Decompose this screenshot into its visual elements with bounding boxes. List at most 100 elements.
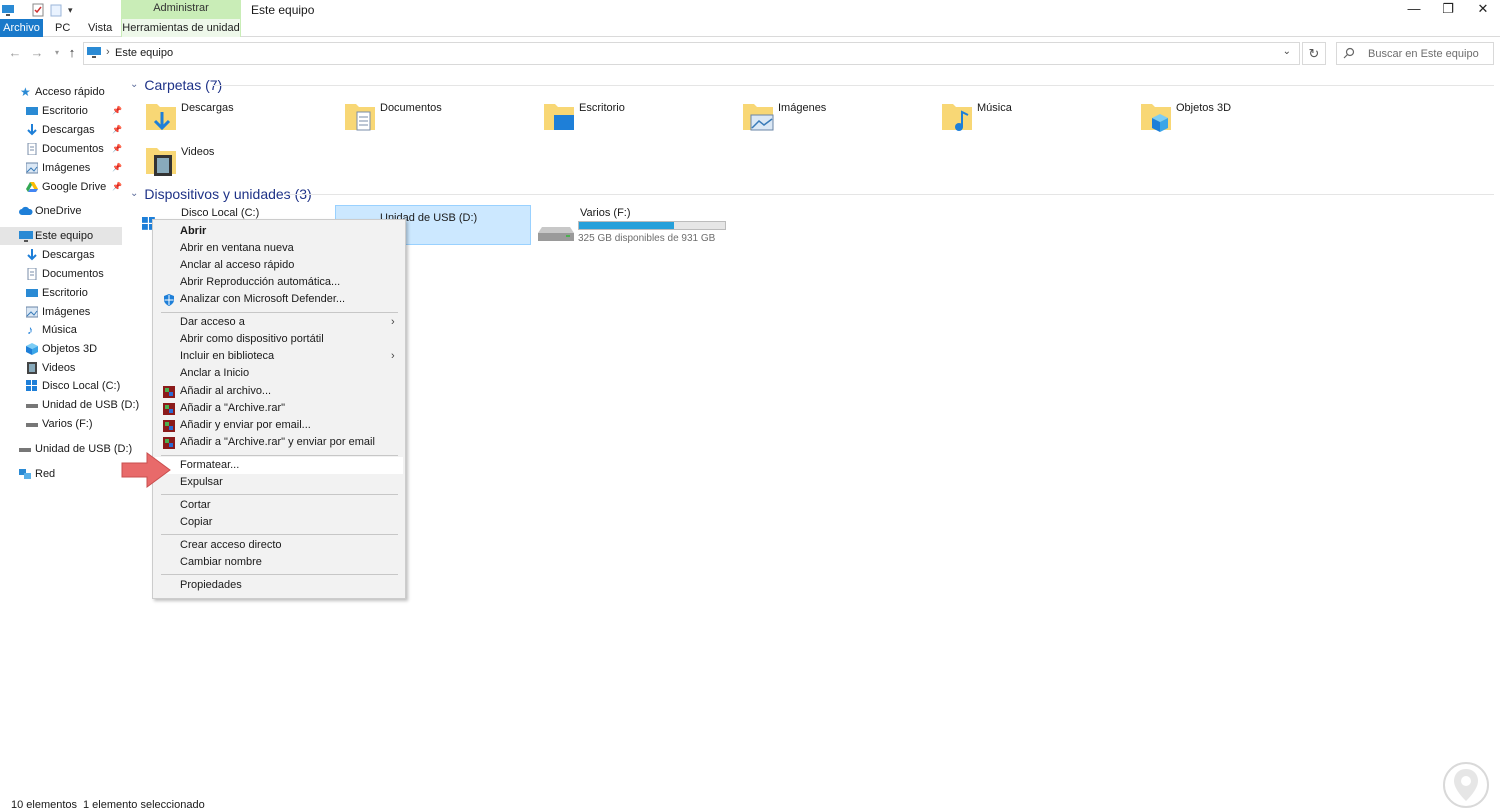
shield-icon — [164, 294, 174, 306]
properties-icon[interactable] — [32, 3, 44, 17]
sidebar-item-acceso-rapido[interactable]: ★ Acceso rápido — [0, 83, 122, 101]
sidebar-item-documentos[interactable]: Documentos 📌 — [0, 140, 122, 158]
refresh-button[interactable]: ↻ — [1302, 42, 1326, 65]
folder-label: Escritorio — [579, 102, 625, 114]
folder-musica[interactable]: Música — [941, 100, 1131, 144]
menu-item-dispositivo-portatil[interactable]: Abrir como dispositivo portátil — [155, 331, 403, 348]
chevron-down-icon[interactable]: ⌄ — [130, 79, 138, 90]
sidebar-item-onedrive[interactable]: OneDrive — [0, 202, 122, 220]
menu-item-label: Anclar al acceso rápido — [180, 259, 295, 271]
menu-item-crear-acceso-directo[interactable]: Crear acceso directo — [155, 537, 403, 554]
folder-escritorio[interactable]: Escritorio — [543, 100, 733, 144]
sidebar-item-pc-varios[interactable]: Varios (F:) — [0, 415, 122, 433]
drive-icon — [19, 448, 31, 452]
sidebar-item-label: Descargas — [42, 249, 95, 261]
winrar-icon — [163, 420, 175, 432]
menu-item-formatear[interactable]: Formatear... — [155, 457, 403, 474]
group-header-carpetas[interactable]: ⌄ Carpetas (7) — [130, 76, 222, 94]
forward-button[interactable]: → — [28, 44, 46, 62]
menu-item-anclar-acceso-rapido[interactable]: Anclar al acceso rápido — [155, 257, 403, 274]
sidebar-item-label: Disco Local (C:) — [42, 380, 121, 392]
menu-item-propiedades[interactable]: Propiedades — [155, 577, 403, 594]
menu-item-incluir-biblioteca[interactable]: Incluir en biblioteca › — [155, 348, 403, 365]
tab-vista[interactable]: Vista — [80, 19, 120, 37]
sidebar-item-pc-videos[interactable]: Videos — [0, 359, 122, 377]
sidebar-item-red[interactable]: Red — [0, 465, 122, 483]
folder-imagenes[interactable]: Imágenes — [742, 100, 932, 144]
sidebar-item-imagenes[interactable]: Imágenes 📌 — [0, 159, 122, 177]
sidebar-item-este-equipo[interactable]: Este equipo — [0, 227, 122, 245]
breadcrumb-chevron-icon[interactable]: › — [106, 46, 110, 58]
sidebar-item-label: Acceso rápido — [35, 86, 105, 98]
sidebar-item-pc-descargas[interactable]: Descargas — [0, 246, 122, 264]
cloud-icon — [19, 206, 33, 215]
folder-label: Objetos 3D — [1176, 102, 1232, 114]
sidebar-item-usb[interactable]: Unidad de USB (D:) — [0, 440, 132, 458]
sidebar-item-pc-objetos-3d[interactable]: Objetos 3D — [0, 340, 122, 358]
sidebar-item-google-drive[interactable]: Google Drive 📌 — [0, 178, 122, 196]
address-bar[interactable]: › Este equipo ⌄ — [83, 42, 1300, 65]
winrar-icon — [163, 437, 175, 449]
chevron-down-icon[interactable]: ⌄ — [130, 188, 138, 199]
menu-item-cambiar-nombre[interactable]: Cambiar nombre — [155, 554, 403, 571]
menu-item-cortar[interactable]: Cortar — [155, 497, 403, 514]
menu-item-label: Crear acceso directo — [180, 539, 282, 551]
menu-item-anadir-enviar-email[interactable]: Añadir y enviar por email... — [155, 417, 403, 434]
menu-item-anadir-rar-enviar-email[interactable]: Añadir a "Archive.rar" y enviar por emai… — [155, 434, 403, 451]
sidebar-item-pc-escritorio[interactable]: Escritorio — [0, 284, 122, 302]
up-button[interactable]: ↑ — [63, 44, 81, 62]
pin-icon[interactable]: 📌 — [112, 121, 122, 139]
back-button[interactable]: ← — [6, 44, 24, 62]
menu-item-anadir-archivo[interactable]: Añadir al archivo... — [155, 383, 403, 400]
menu-item-anclar-inicio[interactable]: Anclar a Inicio — [155, 365, 403, 382]
menu-item-copiar[interactable]: Copiar — [155, 514, 403, 531]
menu-item-label: Analizar con Microsoft Defender... — [180, 293, 346, 305]
breadcrumb[interactable]: Este equipo — [115, 47, 173, 59]
sidebar-item-pc-imagenes[interactable]: Imágenes — [0, 303, 122, 321]
search-placeholder: Buscar en Este equipo — [1368, 48, 1479, 60]
tab-pc[interactable]: PC — [47, 19, 78, 37]
maximize-button[interactable]: ❐ — [1431, 0, 1465, 20]
pin-icon[interactable]: 📌 — [112, 178, 122, 196]
status-bar: 10 elementos 1 elemento seleccionado — [0, 798, 1500, 812]
folder-documentos[interactable]: Documentos — [344, 100, 534, 144]
sidebar-item-pc-usb[interactable]: Unidad de USB (D:) — [0, 396, 139, 414]
folder-descargas[interactable]: Descargas — [145, 100, 335, 144]
sidebar-item-pc-musica[interactable]: ♪ Música — [0, 321, 122, 339]
tab-archivo[interactable]: Archivo — [0, 19, 43, 37]
sidebar-item-label: Descargas — [42, 124, 95, 136]
download-icon — [27, 249, 37, 261]
computer-icon[interactable] — [2, 3, 14, 17]
menu-item-label: Abrir en ventana nueva — [180, 242, 294, 254]
menu-item-analizar-defender[interactable]: Analizar con Microsoft Defender... — [155, 291, 403, 308]
menu-item-dar-acceso[interactable]: Dar acceso a › — [155, 314, 403, 331]
menu-item-abrir[interactable]: Abrir — [155, 223, 403, 240]
sidebar-item-descargas[interactable]: Descargas 📌 — [0, 121, 122, 139]
chevron-down-icon[interactable]: ⌄ — [1283, 46, 1291, 57]
sidebar-item-escritorio[interactable]: Escritorio 📌 — [0, 102, 122, 120]
tab-herramientas-de-unidad[interactable]: Herramientas de unidad — [121, 19, 241, 37]
sidebar-item-pc-disco-local[interactable]: Disco Local (C:) — [0, 377, 122, 395]
pin-icon[interactable]: 📌 — [112, 140, 122, 158]
new-folder-icon[interactable] — [50, 3, 62, 17]
folder-label: Música — [977, 102, 1012, 114]
menu-item-abrir-ventana-nueva[interactable]: Abrir en ventana nueva — [155, 240, 403, 257]
menu-item-label: Propiedades — [180, 579, 242, 591]
folder-label: Videos — [181, 146, 215, 158]
sidebar-item-pc-documentos[interactable]: Documentos — [0, 265, 122, 283]
cube-icon — [26, 343, 38, 355]
pin-icon[interactable]: 📌 — [112, 102, 122, 120]
menu-item-reproduccion-automatica[interactable]: Abrir Reproducción automática... — [155, 274, 403, 291]
close-button[interactable]: ✕ — [1466, 0, 1500, 20]
folder-videos[interactable]: Videos — [145, 144, 335, 188]
menu-item-anadir-archive-rar[interactable]: Añadir a "Archive.rar" — [155, 400, 403, 417]
menu-item-expulsar[interactable]: Expulsar — [155, 474, 403, 491]
drive-varios[interactable]: Varios (F:) 325 GB disponibles de 931 GB — [534, 205, 734, 245]
search-input[interactable]: Buscar en Este equipo — [1336, 42, 1494, 65]
minimize-button[interactable]: — — [1397, 0, 1431, 20]
pin-icon[interactable]: 📌 — [112, 159, 122, 177]
desktop-icon — [26, 107, 38, 115]
folder-objetos-3d[interactable]: Objetos 3D — [1140, 100, 1330, 144]
downloads-folder-icon — [146, 104, 176, 131]
customize-qat-icon[interactable]: ▾ — [68, 5, 73, 16]
